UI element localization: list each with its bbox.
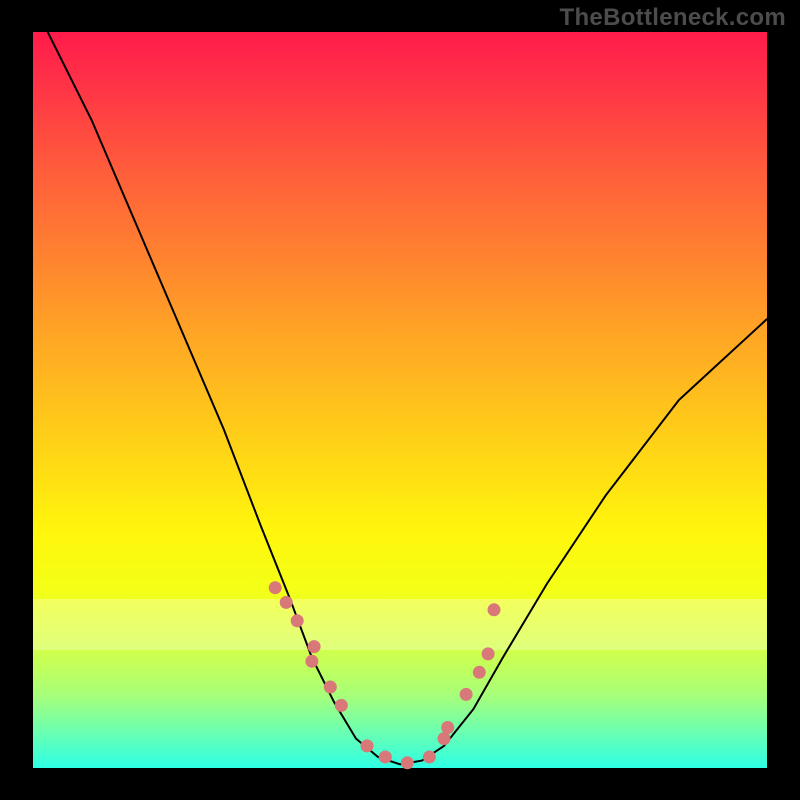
- curve-overlay: [33, 32, 767, 768]
- marker-dot: [441, 721, 454, 734]
- marker-dot: [460, 688, 473, 701]
- marker-dot: [438, 732, 451, 745]
- marker-dot: [401, 756, 414, 769]
- marker-dot: [291, 614, 304, 627]
- plot-area: [33, 32, 767, 768]
- marker-dot: [305, 655, 318, 668]
- chart-frame: TheBottleneck.com: [0, 0, 800, 800]
- marker-dot: [361, 739, 374, 752]
- bottleneck-curve: [48, 32, 767, 764]
- marker-dot: [335, 699, 348, 712]
- watermark-text: TheBottleneck.com: [560, 4, 786, 32]
- marker-dot: [379, 751, 392, 764]
- marker-dot: [423, 751, 436, 764]
- marker-dot: [324, 681, 337, 694]
- marker-dot: [280, 596, 293, 609]
- marker-dot: [308, 640, 321, 653]
- marker-dot: [482, 647, 495, 660]
- marker-dots-group: [269, 581, 501, 769]
- marker-dot: [269, 581, 282, 594]
- marker-dot: [473, 666, 486, 679]
- marker-dot: [488, 603, 501, 616]
